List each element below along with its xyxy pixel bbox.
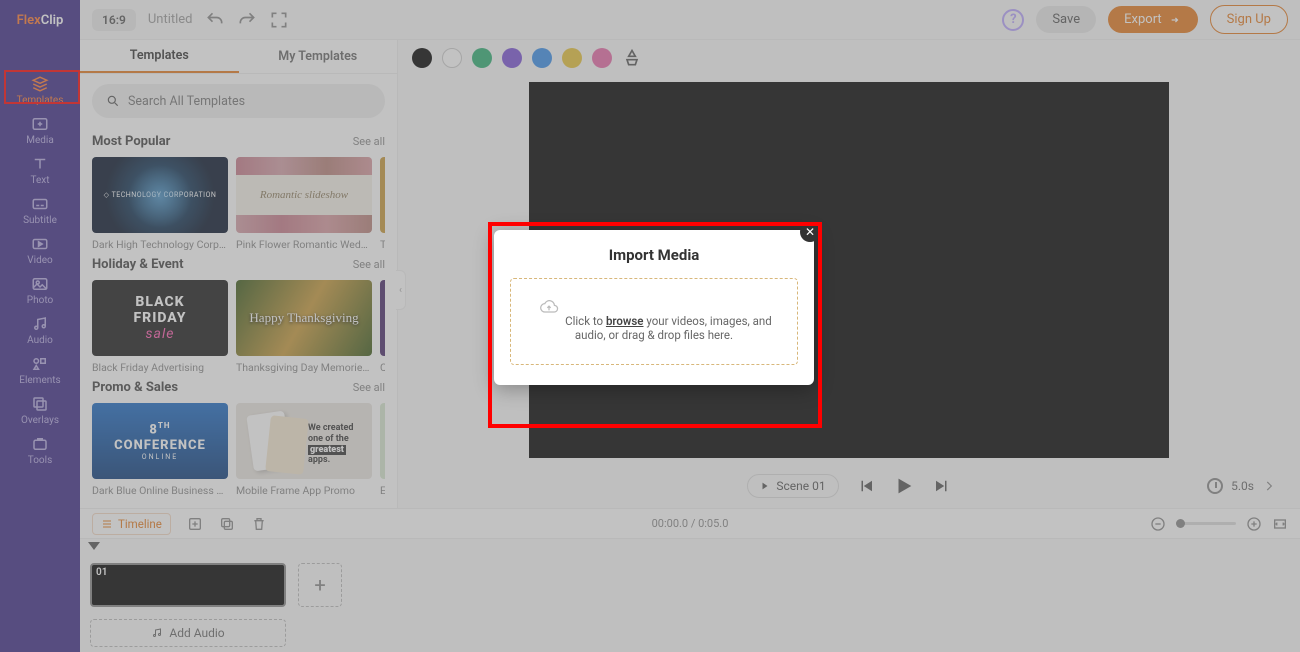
browse-link[interactable]: browse: [606, 314, 644, 328]
modal-title: Import Media: [510, 246, 798, 264]
upload-cloud-icon: [536, 297, 562, 317]
dropzone[interactable]: Click to browse your videos, images, and…: [510, 278, 798, 365]
close-icon[interactable]: ✕: [800, 222, 820, 242]
drop-text: Click to: [565, 314, 606, 328]
import-media-modal: ✕ Import Media Click to browse your vide…: [494, 230, 814, 385]
